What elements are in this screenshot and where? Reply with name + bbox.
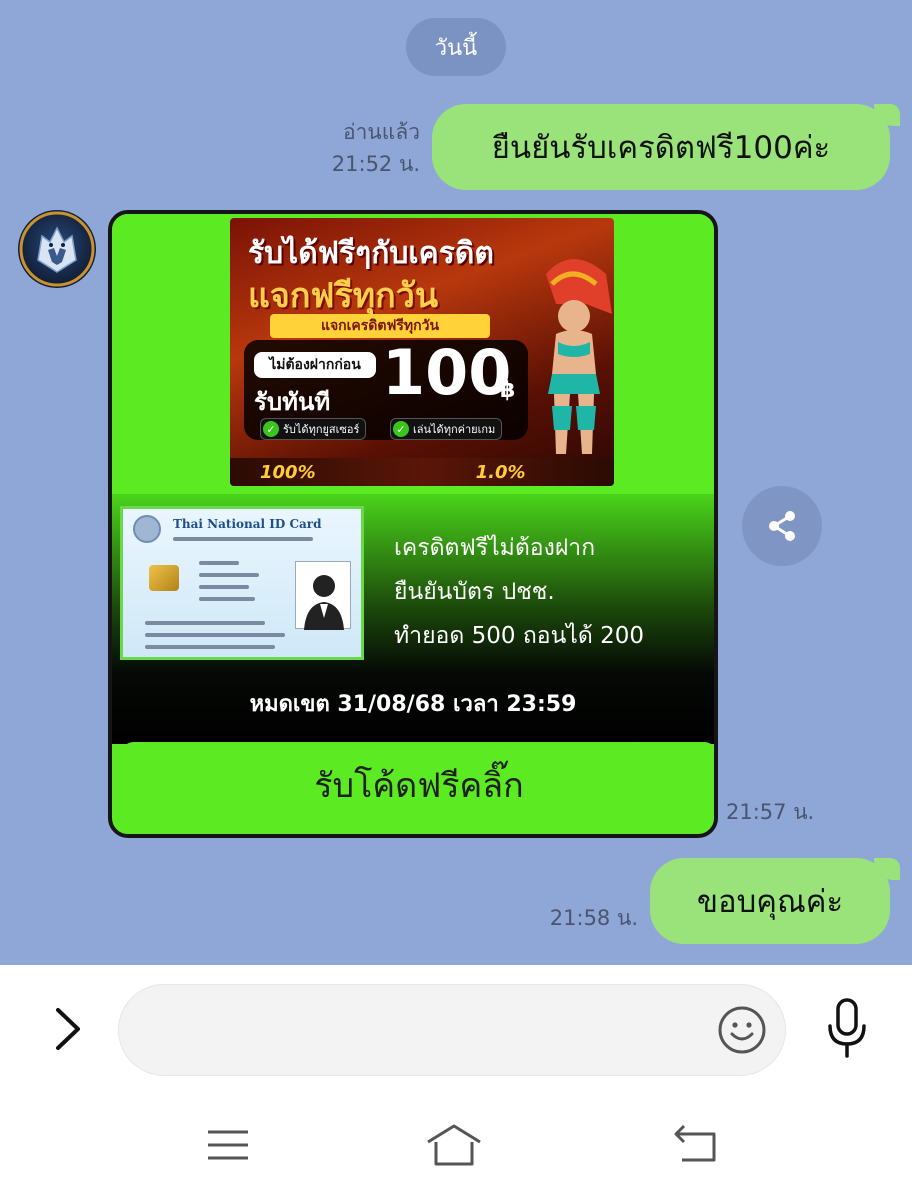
promo-details: เครดิตฟรีไม่ต้องฝาก ยืนยันบัตร ปชช. ทำยอ… xyxy=(394,526,644,658)
banner-currency: ฿ xyxy=(500,378,516,403)
message-text: ยืนยันรับเครดิตฟรี100ค่ะ xyxy=(491,130,831,166)
sender-avatar[interactable] xyxy=(18,210,96,288)
promo-expiry: หมดเขต 31/08/68 เวลา 23:59 xyxy=(249,692,577,717)
promo-line: เครดิตฟรีไม่ต้องฝาก xyxy=(394,535,596,561)
chevron-right-icon[interactable] xyxy=(48,1004,88,1054)
banner-stat: 100% xyxy=(260,461,316,483)
promo-line: ยืนยันบัตร ปชช. xyxy=(394,579,555,605)
id-photo-icon xyxy=(295,561,351,630)
bubble-tail xyxy=(874,104,900,126)
date-separator: วันนี้ xyxy=(406,18,506,76)
message-meta: อ่านแล้ว 21:52 น. xyxy=(300,116,420,180)
message-input[interactable] xyxy=(118,984,786,1076)
outgoing-message-bubble[interactable]: ขอบคุณค่ะ xyxy=(650,858,900,944)
banner-chip: ✓ รับได้ทุกยูสเซอร์ xyxy=(260,418,367,440)
share-button[interactable] xyxy=(742,486,822,566)
check-icon: ✓ xyxy=(263,421,279,437)
promo-line: ทำยอด 500 ถอนได้ 200 xyxy=(394,623,645,649)
banner-stat: 1.0% xyxy=(475,461,526,483)
share-icon xyxy=(769,511,795,541)
banner-ribbon: แจกเครดิตฟรีทุกวัน xyxy=(270,314,490,338)
card-chip-icon xyxy=(149,565,179,591)
id-card-image: Thai National ID Card xyxy=(120,506,364,660)
id-card-title: Thai National ID Card xyxy=(173,517,322,531)
chat-area: วันนี้ อ่านแล้ว 21:52 น. ยืนยันรับเครดิต… xyxy=(0,0,912,965)
message-text: ขอบคุณค่ะ xyxy=(696,884,844,920)
recent-apps-icon[interactable] xyxy=(198,1120,258,1170)
garuda-seal-icon xyxy=(133,515,161,543)
read-status: อ่านแล้ว xyxy=(343,120,420,144)
banner-chip-label: เล่นได้ทุกค่ายเกม xyxy=(413,423,496,436)
smiley-icon[interactable] xyxy=(716,1004,768,1056)
message-time: 21:57 น. xyxy=(726,800,815,824)
home-icon[interactable] xyxy=(424,1120,484,1170)
lion-logo-icon xyxy=(19,211,95,287)
check-icon: ✓ xyxy=(393,421,409,437)
dancer-illustration-icon xyxy=(546,259,612,454)
outgoing-message-bubble[interactable]: ยืนยันรับเครดิตฟรี100ค่ะ xyxy=(432,104,900,190)
promo-banner-image[interactable]: รับได้ฟรีๆกับเครดิต แจกฟรีทุกวัน แจกเครด… xyxy=(230,218,614,486)
banner-receive-now: รับทันที xyxy=(254,388,331,416)
message-time: 21:52 น. xyxy=(331,152,420,176)
banner-chip-label: รับได้ทุกยูสเซอร์ xyxy=(283,423,360,436)
bubble-tail xyxy=(874,858,900,880)
banner-no-deposit: ไม่ต้องฝากก่อน xyxy=(254,352,376,378)
banner-chip: ✓ เล่นได้ทุกค่ายเกม xyxy=(390,418,503,440)
claim-code-button[interactable]: รับโค้ดฟรีคลิ๊ก xyxy=(120,742,714,828)
message-time: 21:58 น. xyxy=(549,906,638,930)
microphone-icon[interactable] xyxy=(824,996,870,1060)
promo-flex-card[interactable]: รับได้ฟรีๆกับเครดิต แจกฟรีทุกวัน แจกเครด… xyxy=(108,210,718,838)
back-icon[interactable] xyxy=(666,1120,726,1170)
banner-amount: 100 xyxy=(382,336,512,409)
